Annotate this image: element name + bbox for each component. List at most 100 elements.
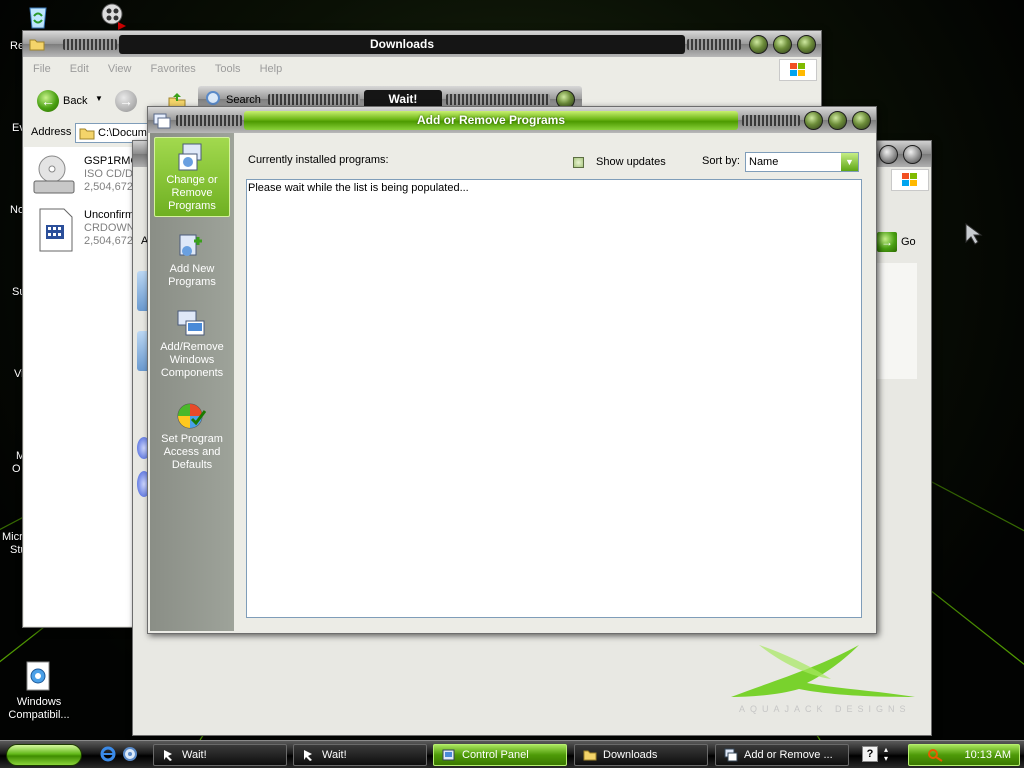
address-value: C:\Docume xyxy=(98,127,154,139)
titlebar-grill xyxy=(446,94,550,105)
file-name: Unconfirm xyxy=(84,209,134,221)
menu-item-view[interactable]: View xyxy=(108,63,132,75)
loading-message: Please wait while the list is being popu… xyxy=(248,182,469,194)
windows-logo xyxy=(779,59,817,81)
change-remove-programs-icon xyxy=(177,142,207,172)
sort-by-dropdown[interactable]: Name ▼ xyxy=(745,152,859,172)
titlebar-grill xyxy=(63,39,117,50)
maximize-button[interactable] xyxy=(828,111,847,130)
minimize-button[interactable] xyxy=(804,111,823,130)
file-size: 2,504,672 xyxy=(84,235,133,247)
window-title: Add or Remove Programs xyxy=(244,111,738,130)
file-type: CRDOWNL xyxy=(84,222,134,234)
taskbar-button-label: Downloads xyxy=(603,749,658,761)
maximize-button[interactable] xyxy=(879,145,898,164)
sidebar-item-add-new-programs[interactable]: Add New Programs xyxy=(154,227,230,297)
sidebar-item-label: Add New Programs xyxy=(168,263,216,288)
taskbar: Wait! Wait! Control Panel Downloads Add … xyxy=(0,740,1024,768)
taskbar-button-wait[interactable]: Wait! xyxy=(293,744,427,766)
taskbar-button-label: Add or Remove ... xyxy=(744,749,833,761)
close-button[interactable] xyxy=(903,145,922,164)
desktop-icon-windows-compatibility[interactable]: Windows Compatibil... xyxy=(2,660,76,722)
cd-image-icon xyxy=(32,153,78,197)
window-title: Downloads xyxy=(119,35,685,54)
internet-explorer-icon[interactable] xyxy=(100,746,116,762)
programs-icon xyxy=(724,748,738,762)
taskbar-button-control-panel[interactable]: Control Panel xyxy=(433,744,567,766)
compatibility-icon xyxy=(23,660,55,692)
content-panel xyxy=(877,263,917,379)
start-button[interactable] xyxy=(6,744,82,766)
show-updates-checkbox[interactable] xyxy=(573,157,584,168)
taskbar-button-label: Wait! xyxy=(322,749,347,761)
watermark-text: AQUAJACK DESIGNS xyxy=(739,704,911,714)
wait-icon xyxy=(162,748,176,762)
sidebar-item-windows-components[interactable]: Add/Remove Windows Components xyxy=(154,305,230,389)
show-updates-label[interactable]: Show updates xyxy=(596,156,666,168)
task-sidebar: Change or Remove Programs Add New Progra… xyxy=(150,133,234,631)
close-button[interactable] xyxy=(797,35,816,54)
add-new-programs-icon xyxy=(176,231,206,261)
clock[interactable]: 10:13 AM xyxy=(965,749,1011,761)
titlebar-grill xyxy=(176,115,242,126)
windows-components-icon xyxy=(176,309,206,339)
sidebar-item-label: Add/Remove Windows Components xyxy=(160,341,224,379)
menu-item-help[interactable]: Help xyxy=(260,63,283,75)
menu-item-tools[interactable]: Tools xyxy=(215,63,241,75)
control-panel-icon xyxy=(442,748,456,762)
wait-icon xyxy=(302,748,316,762)
media-player-icon[interactable] xyxy=(100,2,130,32)
list-item[interactable]: GSP1RMCI ISO CD/DV 2,504,672 xyxy=(32,151,137,199)
back-arrow-icon[interactable]: ← xyxy=(37,90,59,112)
sidebar-item-label: Set Program Access and Defaults xyxy=(161,433,223,471)
menu-item-favorites[interactable]: Favorites xyxy=(151,63,196,75)
recycle-bin-icon[interactable] xyxy=(24,2,52,30)
back-button-label[interactable]: Back xyxy=(63,95,87,107)
go-button-label[interactable]: Go xyxy=(901,236,916,248)
document-icon xyxy=(36,207,76,253)
desktop-icon-label-cut[interactable]: O xyxy=(12,463,21,475)
back-dropdown-icon[interactable]: ▼ xyxy=(95,94,103,103)
help-icon[interactable]: ? xyxy=(862,746,878,762)
file-name: GSP1RMCI xyxy=(84,155,134,167)
menu-item-file[interactable]: File xyxy=(33,63,51,75)
tray-network-icon[interactable] xyxy=(927,748,945,768)
sort-by-value: Name xyxy=(749,156,779,168)
minimize-button[interactable] xyxy=(749,35,768,54)
forward-arrow-icon[interactable]: → xyxy=(115,90,137,112)
program-access-defaults-icon xyxy=(176,401,207,431)
search-icon xyxy=(206,91,220,105)
titlebar-grill xyxy=(687,39,741,50)
downloads-titlebar[interactable]: Downloads xyxy=(23,31,821,57)
titlebar-grill xyxy=(742,115,800,126)
taskbar-button-wait[interactable]: Wait! xyxy=(153,744,287,766)
list-item[interactable]: Unconfirm CRDOWNL 2,504,672 xyxy=(32,205,137,253)
add-remove-programs-window[interactable]: Add or Remove Programs Change or Remove … xyxy=(147,106,877,634)
quick-launch-icon[interactable] xyxy=(122,746,138,762)
menu-bar: File Edit View Favorites Tools Help xyxy=(27,59,817,81)
folder-icon xyxy=(79,126,95,142)
arp-main-panel: Currently installed programs: Show updat… xyxy=(236,133,874,631)
sidebar-item-change-remove-programs[interactable]: Change or Remove Programs xyxy=(154,137,230,217)
close-button[interactable] xyxy=(852,111,871,130)
go-arrow-icon[interactable]: → xyxy=(877,232,897,252)
maximize-button[interactable] xyxy=(773,35,792,54)
menu-item-edit[interactable]: Edit xyxy=(70,63,89,75)
mouse-cursor-icon xyxy=(964,222,984,249)
sort-by-label: Sort by: xyxy=(702,155,740,167)
programs-icon xyxy=(153,111,171,129)
search-label: Search xyxy=(226,94,261,106)
sidebar-item-label: Change or Remove Programs xyxy=(166,174,218,212)
file-size: 2,504,672 xyxy=(84,181,133,193)
address-label: Address xyxy=(31,126,72,138)
chevron-down-icon[interactable]: ▼ xyxy=(841,153,858,171)
taskbar-button-downloads[interactable]: Downloads xyxy=(574,744,708,766)
sidebar-item-program-access-defaults[interactable]: Set Program Access and Defaults xyxy=(154,397,230,481)
file-list: GSP1RMCI ISO CD/DV 2,504,672 Unconfirm C… xyxy=(24,147,134,626)
desktop-icon-label: Windows Compatibil... xyxy=(8,696,70,721)
installed-programs-list[interactable]: Please wait while the list is being popu… xyxy=(246,179,862,618)
show-desktop-icon[interactable]: ▴ ▾ xyxy=(884,745,894,763)
folder-icon xyxy=(583,748,597,762)
arp-titlebar[interactable]: Add or Remove Programs xyxy=(148,107,876,133)
taskbar-button-add-remove[interactable]: Add or Remove ... xyxy=(715,744,849,766)
